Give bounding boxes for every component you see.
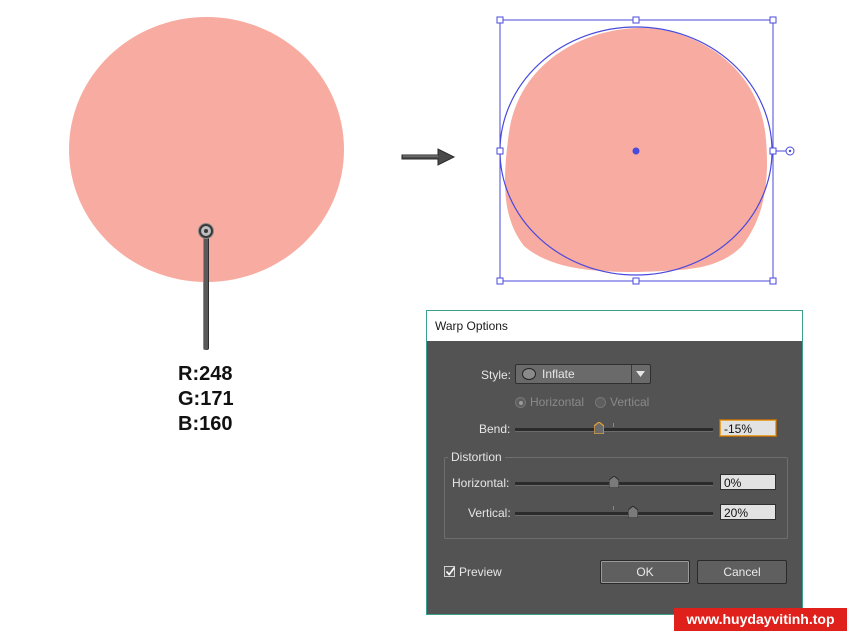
rgb-green-value: G:171: [178, 388, 234, 410]
cancel-button[interactable]: Cancel: [697, 560, 787, 584]
radio-vertical-label: Vertical: [610, 395, 650, 409]
ok-button[interactable]: OK: [600, 560, 690, 584]
chevron-down-icon: [636, 371, 645, 377]
center-point: [632, 147, 640, 155]
horizontal-slider-thumb[interactable]: [609, 476, 619, 488]
right-arrow-icon: [401, 148, 456, 166]
inflate-icon: [522, 368, 536, 380]
select-divider: [631, 365, 632, 383]
bend-center-tick: [613, 423, 614, 427]
vertical-value-field[interactable]: 20%: [720, 504, 776, 520]
preview-checkbox[interactable]: [444, 566, 456, 577]
distortion-group: [444, 457, 788, 539]
radio-horizontal[interactable]: [515, 397, 526, 408]
warp-options-dialog: Warp Options Style: Inflate Horizontal V…: [426, 310, 803, 615]
warped-shape-canvas[interactable]: [490, 10, 810, 292]
color-pin-head: [199, 224, 213, 238]
style-value: Inflate: [542, 367, 575, 381]
bend-slider-track[interactable]: [515, 428, 713, 432]
radio-selected-dot: [518, 400, 523, 405]
rgb-blue-value: B:160: [178, 413, 233, 435]
dialog-titlebar[interactable]: Warp Options: [427, 311, 802, 341]
distortion-vertical-label: Vertical:: [468, 506, 511, 520]
vertical-slider-thumb[interactable]: [628, 506, 638, 518]
bend-slider-thumb[interactable]: [594, 422, 604, 434]
radio-vertical[interactable]: [595, 397, 606, 408]
rotate-handle-dot: [788, 149, 792, 153]
style-select[interactable]: Inflate: [515, 364, 651, 384]
distortion-horizontal-label: Horizontal:: [452, 476, 510, 490]
vertical-center-tick: [613, 506, 614, 510]
preview-label: Preview: [459, 565, 502, 579]
watermark-badge: www.huydayvitinh.top: [674, 608, 847, 631]
bend-label: Bend:: [479, 422, 511, 436]
rgb-red-value: R:248: [178, 363, 233, 385]
distortion-title: Distortion: [448, 450, 505, 464]
bend-value-field[interactable]: -15%: [720, 420, 776, 436]
radio-horizontal-label: Horizontal: [530, 395, 585, 409]
horizontal-value-field[interactable]: 0%: [720, 474, 776, 490]
dialog-title: Warp Options: [435, 319, 508, 333]
color-pin-line: [204, 232, 208, 350]
vertical-slider-track[interactable]: [515, 512, 713, 516]
checkmark-icon: [445, 567, 456, 576]
style-label: Style:: [481, 368, 512, 382]
